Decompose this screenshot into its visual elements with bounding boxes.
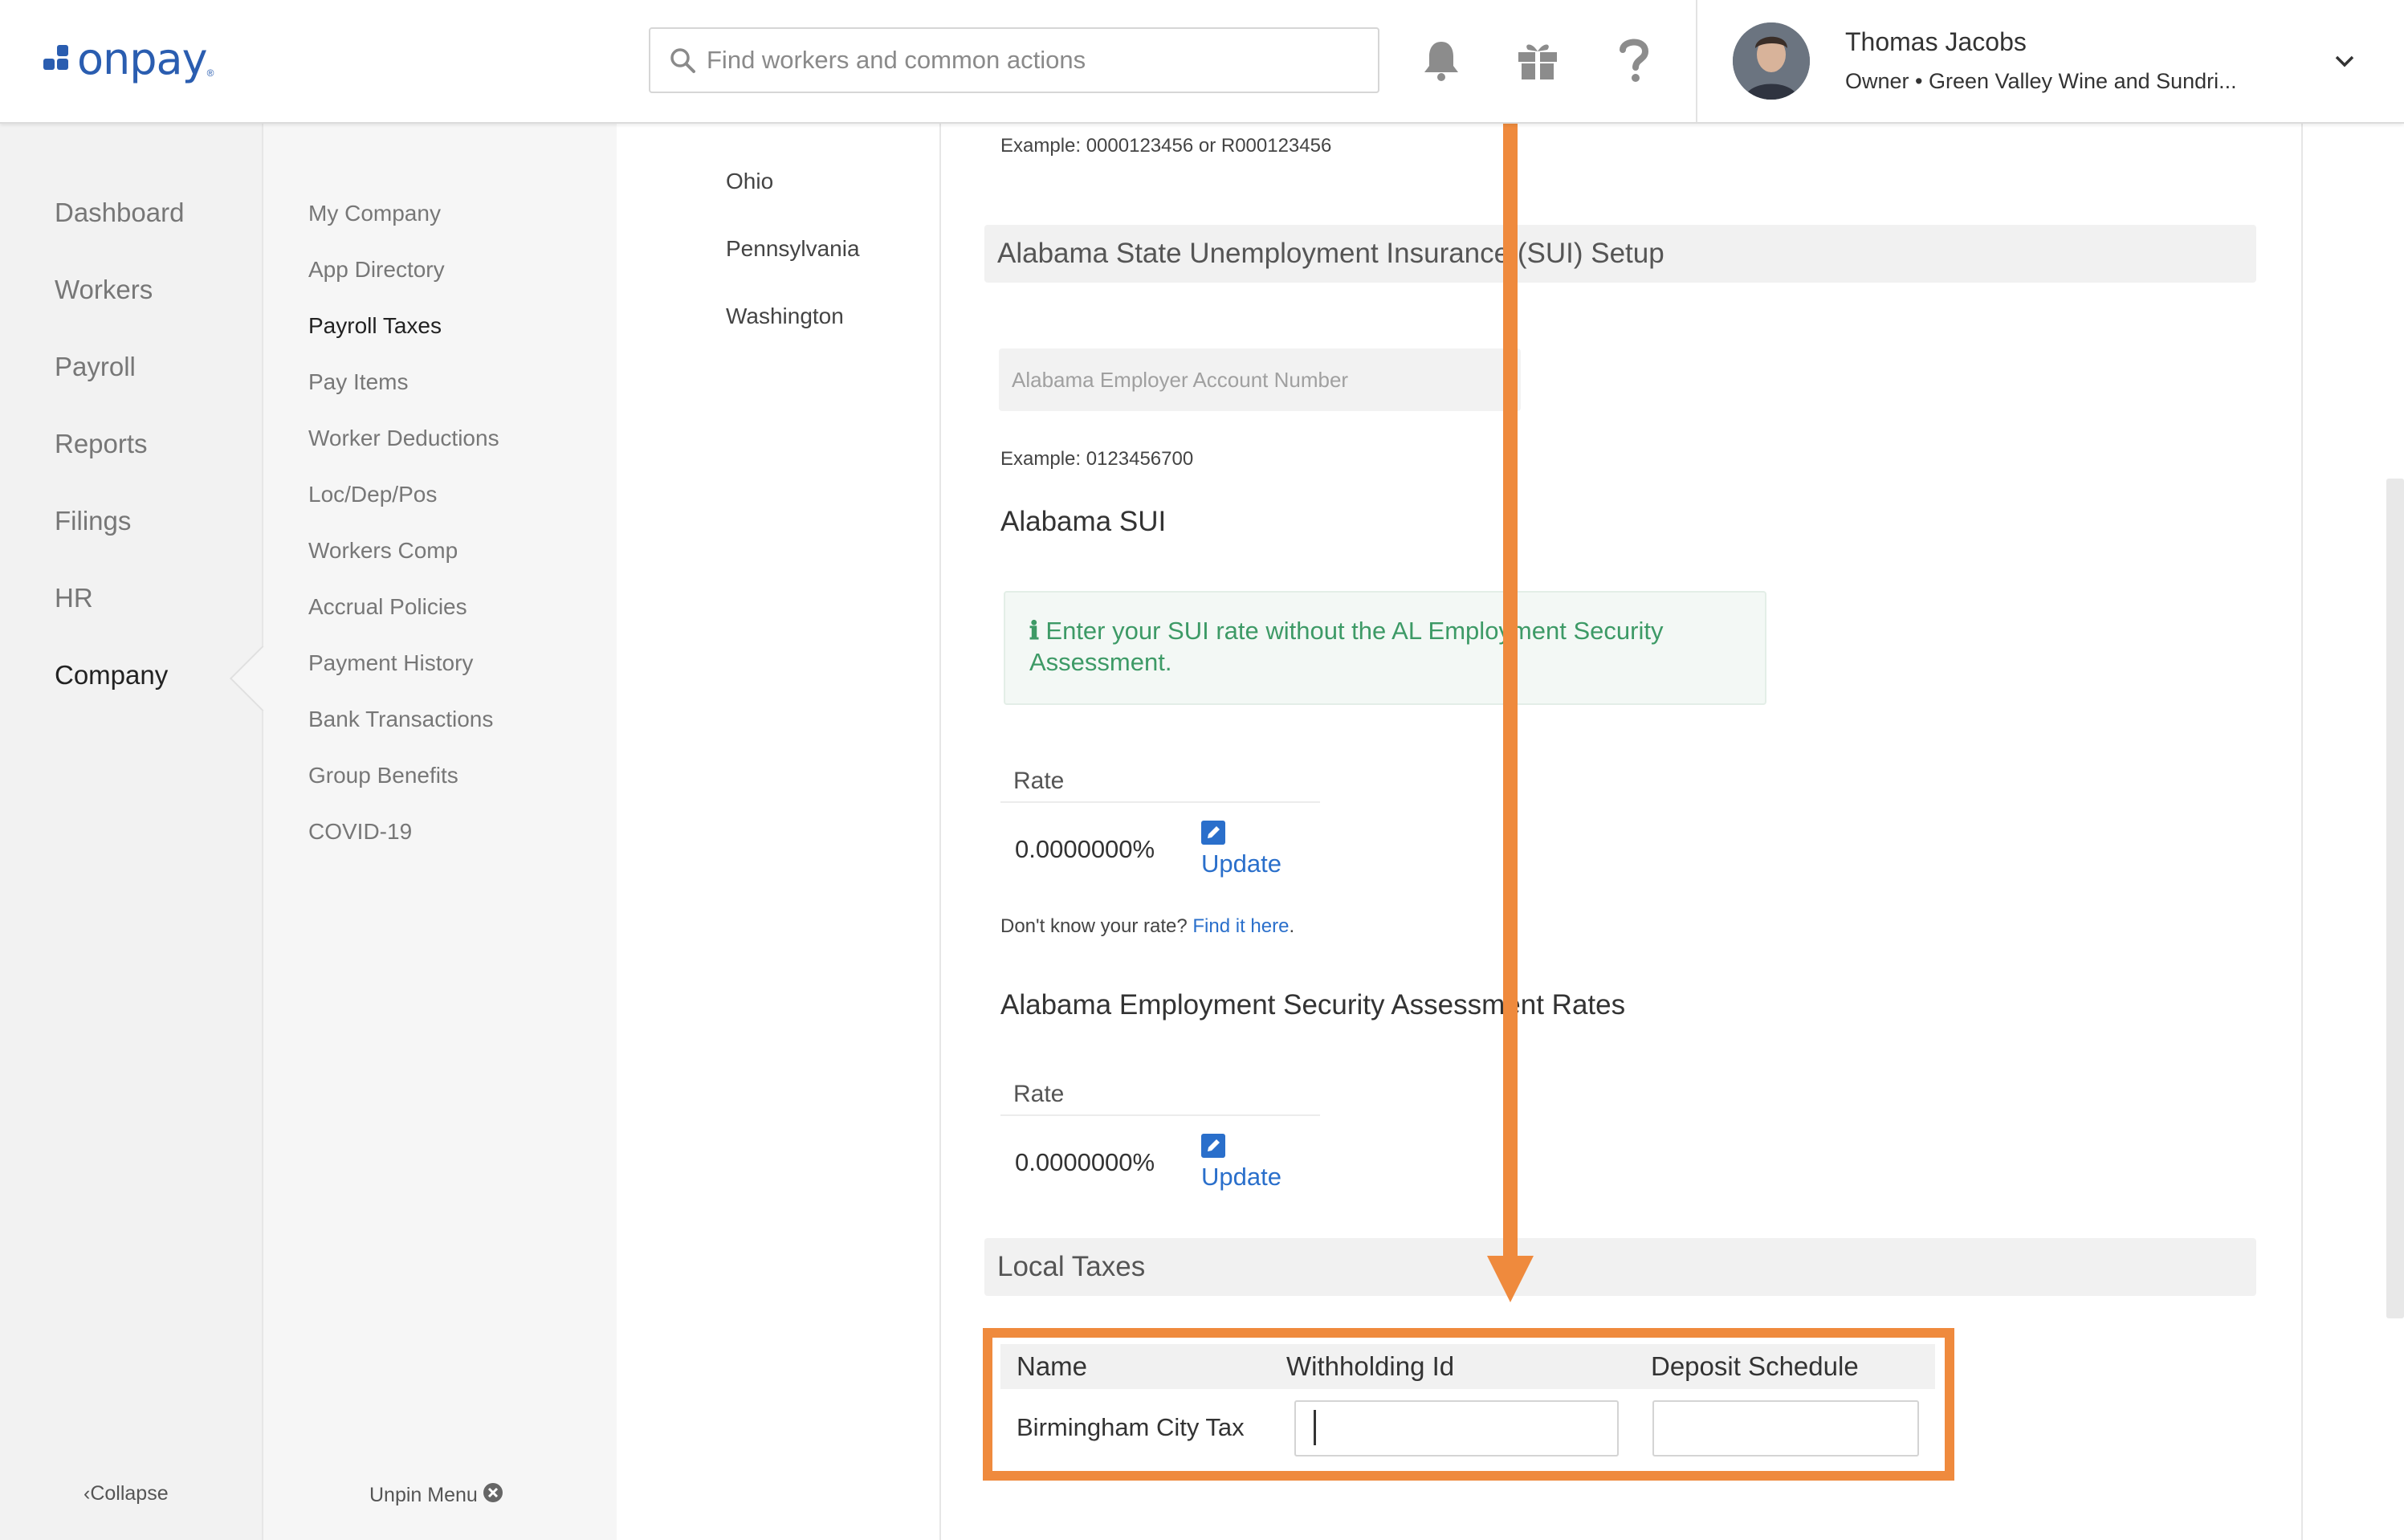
nav-item-hr[interactable]: HR	[55, 583, 93, 613]
search-input[interactable]: Find workers and common actions	[649, 27, 1379, 93]
logo-registered: ®	[206, 67, 214, 79]
column-header-name: Name	[1017, 1351, 1088, 1381]
help-icon[interactable]	[1606, 32, 1662, 88]
esa-rate-value: 0.0000000%	[1015, 1148, 1155, 1176]
primary-nav	[0, 122, 262, 1540]
esa-update-link[interactable]: Update	[1201, 1163, 1281, 1192]
local-taxes-title: Local Taxes	[984, 1238, 2256, 1296]
search-icon	[658, 27, 707, 93]
logo-text: onpay	[77, 33, 208, 84]
subnav-item-group-benefits[interactable]: Group Benefits	[308, 763, 458, 788]
column-header-withholding-id: Withholding Id	[1286, 1351, 1455, 1381]
local-tax-name: Birmingham City Tax	[1017, 1413, 1245, 1441]
subnav-item-worker-deductions[interactable]: Worker Deductions	[308, 426, 499, 451]
sui-rate-value: 0.0000000%	[1015, 835, 1155, 863]
text-caret	[1314, 1410, 1316, 1445]
unpin-menu-button[interactable]: Unpin Menu	[369, 1482, 503, 1509]
state-list: Ohio Pennsylvania Washington	[617, 122, 941, 1540]
gift-icon[interactable]	[1510, 32, 1566, 88]
search-placeholder: Find workers and common actions	[707, 46, 1086, 74]
employer-account-placeholder: Alabama Employer Account Number	[1012, 367, 1349, 392]
user-role: Owner • Green Valley Wine and Sundri...	[1845, 69, 2237, 93]
state-item-ohio[interactable]: Ohio	[726, 169, 773, 194]
deposit-schedule-input[interactable]	[1652, 1400, 1919, 1456]
account-example-text: Example: 0123456700	[1000, 448, 1194, 470]
subnav-item-app-directory[interactable]: App Directory	[308, 257, 445, 283]
subnav-item-payroll-taxes[interactable]: Payroll Taxes	[308, 313, 442, 339]
collapse-button[interactable]: ‹Collapse	[84, 1482, 169, 1505]
subnav-item-covid-19[interactable]: COVID-19	[308, 819, 412, 845]
state-item-washington[interactable]: Washington	[726, 304, 844, 329]
info-alert: ℹ Enter your SUI rate without the AL Emp…	[1004, 591, 1766, 705]
edit-icon[interactable]	[1201, 1134, 1225, 1158]
nav-item-filings[interactable]: Filings	[55, 506, 131, 536]
nav-item-payroll[interactable]: Payroll	[55, 352, 136, 382]
sui-update-link[interactable]: Update	[1201, 849, 1281, 878]
top-example-text: Example: 0000123456 or R000123456	[1000, 135, 1332, 157]
subnav-item-my-company[interactable]: My Company	[308, 201, 441, 226]
onpay-logo[interactable]: onpay ®	[43, 31, 214, 87]
unpin-label: Unpin Menu	[369, 1484, 478, 1506]
period: .	[1289, 915, 1295, 937]
withholding-id-input[interactable]	[1294, 1400, 1619, 1456]
subnav-item-loc-dep-pos[interactable]: Loc/Dep/Pos	[308, 482, 437, 507]
employer-account-field[interactable]: Alabama Employer Account Number	[999, 348, 1521, 411]
dont-know-text: Don't know your rate?	[1000, 915, 1188, 937]
nav-item-workers[interactable]: Workers	[55, 275, 153, 305]
state-item-pennsylvania[interactable]: Pennsylvania	[726, 236, 860, 262]
sui-section-title: Alabama State Unemployment Insurance (SU…	[984, 225, 2256, 283]
header-divider	[1696, 0, 1697, 122]
dont-know-rate: Don't know your rate? Find it here.	[1000, 915, 1294, 938]
alert-text: Enter your SUI rate without the AL Emplo…	[1029, 617, 1664, 676]
nav-item-company[interactable]: Company	[55, 660, 168, 691]
subnav-item-payment-history[interactable]: Payment History	[308, 650, 473, 676]
nav-item-dashboard[interactable]: Dashboard	[55, 198, 184, 228]
subnav-item-pay-items[interactable]: Pay Items	[308, 369, 408, 395]
bell-icon[interactable]	[1413, 32, 1469, 88]
esa-rate-header: Rate	[1013, 1081, 1065, 1107]
chevron-down-icon[interactable]	[2329, 45, 2361, 77]
sui-rate-header: Rate	[1013, 768, 1065, 794]
sui-rate-divider	[1000, 801, 1320, 803]
collapse-label: Collapse	[90, 1482, 169, 1505]
close-circle-icon	[483, 1482, 503, 1509]
edit-icon[interactable]	[1201, 821, 1225, 845]
subnav-item-accrual-policies[interactable]: Accrual Policies	[308, 594, 467, 620]
avatar[interactable]	[1733, 22, 1810, 100]
top-bar: onpay ® Find workers and common actions …	[0, 0, 2404, 124]
logo-mark	[43, 44, 72, 73]
annotation-arrow-head	[1487, 1256, 1534, 1302]
esa-heading: Alabama Employment Security Assessment R…	[1000, 989, 1626, 1021]
info-icon: ℹ	[1029, 617, 1039, 645]
annotation-arrow	[1503, 122, 1518, 1262]
nav-item-reports[interactable]: Reports	[55, 429, 148, 459]
column-header-deposit-schedule: Deposit Schedule	[1651, 1351, 1859, 1381]
user-name[interactable]: Thomas Jacobs	[1845, 27, 2027, 57]
sui-heading: Alabama SUI	[1000, 506, 1167, 537]
scrollbar[interactable]	[2386, 479, 2404, 1318]
esa-rate-divider	[1000, 1114, 1320, 1116]
subnav-item-workers-comp[interactable]: Workers Comp	[308, 538, 458, 564]
find-it-here-link[interactable]: Find it here	[1192, 915, 1289, 937]
subnav-item-bank-transactions[interactable]: Bank Transactions	[308, 707, 493, 732]
